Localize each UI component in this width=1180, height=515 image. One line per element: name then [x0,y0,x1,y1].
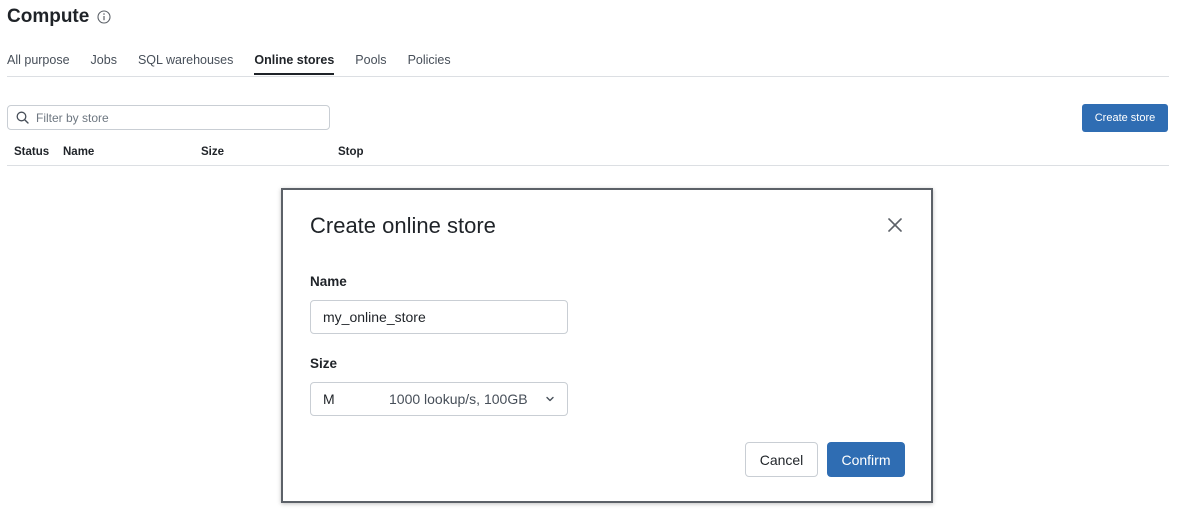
create-online-store-dialog: Create online store Name Size M 1000 loo… [281,188,933,503]
page-title-text: Compute [7,6,90,27]
store-name-input[interactable] [310,300,568,334]
create-store-button[interactable]: Create store [1082,104,1168,132]
cancel-button[interactable]: Cancel [745,442,818,477]
confirm-button[interactable]: Confirm [827,442,905,477]
column-stop[interactable]: Stop [338,146,364,158]
filter-store-field[interactable] [7,105,330,130]
tab-all-purpose[interactable]: All purpose [7,52,70,75]
close-icon[interactable] [887,217,903,233]
size-description: 1000 lookup/s, 100GB [389,391,528,407]
tab-jobs[interactable]: Jobs [91,52,117,75]
column-name[interactable]: Name [63,146,94,158]
filter-store-input[interactable] [36,110,316,125]
column-status[interactable]: Status [14,146,49,158]
dialog-title: Create online store [310,213,496,238]
name-label: Name [310,274,347,289]
tab-pools[interactable]: Pools [355,52,386,75]
page-title: Compute [7,6,111,28]
tab-policies[interactable]: Policies [408,52,451,75]
column-size[interactable]: Size [201,146,224,158]
compute-tabs: All purpose Jobs SQL warehouses Online s… [7,52,1169,77]
table-header: Status Name Size Stop [7,146,1169,166]
size-label: Size [310,356,338,371]
search-icon [16,111,29,124]
size-code: M [323,391,335,407]
tab-sql-warehouses[interactable]: SQL warehouses [138,52,233,75]
info-icon[interactable] [97,10,111,24]
tab-online-stores[interactable]: Online stores [254,52,335,75]
size-select[interactable]: M 1000 lookup/s, 100GB [310,382,568,416]
chevron-down-icon [546,396,554,402]
